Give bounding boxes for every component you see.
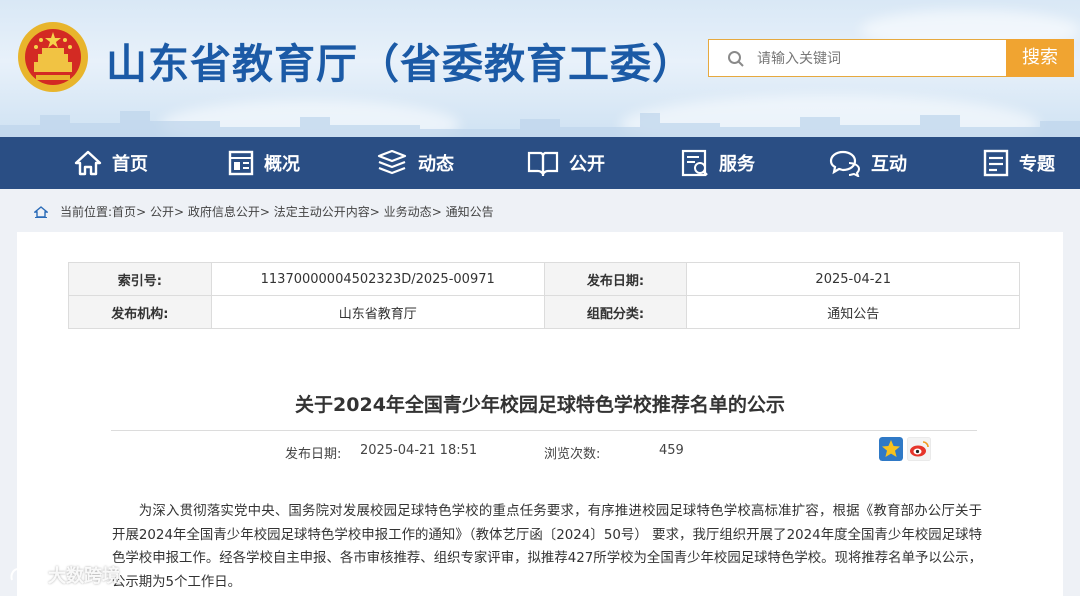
breadcrumb-separator: > [369,204,380,219]
breadcrumb-separator: > [431,204,442,219]
publish-date-value: 2025-04-21 18:51 [360,443,478,458]
breadcrumb-separator: > [136,204,147,219]
category-value: 通知公告 [686,295,1020,329]
site-header: 山东省教育厅（省委教育工委） 搜索 [0,0,1080,137]
date-label: 发布日期: [543,262,688,296]
table-row: 发布机构: 山东省教育厅 组配分类: 通知公告 [68,295,1020,329]
watermark: 大数跨境 [8,562,120,588]
index-label: 索引号: [68,262,212,296]
nav-item-news[interactable]: 动态 [376,137,454,189]
breadcrumb-link[interactable]: 政府信息公开 [188,203,260,220]
nav-label: 概况 [264,154,300,175]
watermark-text: 大数跨境 [48,566,120,587]
date-value: 2025-04-21 [686,262,1020,296]
category-label: 组配分类: [543,295,688,329]
nav-item-overview[interactable]: 概况 [228,137,300,189]
article-body: 为深入贯彻落实党中央、国务院对发展校园足球特色学校的重点任务要求，有序推进校园足… [112,504,982,590]
home-icon [74,150,102,176]
breadcrumb-link[interactable]: 法定主动公开内容 [274,203,370,220]
breadcrumb-link[interactable]: 通知公告 [446,203,494,220]
watermark-logo-icon [10,565,40,581]
nav-item-topic[interactable]: 专题 [983,137,1055,189]
org-value: 山东省教育厅 [210,295,545,329]
breadcrumb-link[interactable]: 公开 [150,203,174,220]
topic-icon [983,149,1009,177]
nav-label: 首页 [112,154,148,175]
service-icon [681,149,708,177]
site-title: 山东省教育厅（省委教育工委） [106,40,694,88]
breadcrumb-home-icon [34,205,48,218]
breadcrumb: 当前位置: 首页 > 公开 > 政府信息公开 > 法定主动公开内容 > 业务动态… [34,203,494,220]
metadata-table: 索引号: 11370000004502323D/2025-00971 发布日期:… [68,262,1020,329]
nav-item-home[interactable]: 首页 [74,137,148,189]
nav-label: 服务 [719,154,755,175]
national-emblem-icon [18,22,88,92]
nav-item-public[interactable]: 公开 [527,137,605,189]
breadcrumb-separator: > [259,204,270,219]
org-label: 发布机构: [68,295,212,329]
chat-icon [829,150,861,177]
book-icon [527,151,559,176]
search-input[interactable] [757,48,997,70]
breadcrumb-separator: > [173,204,185,219]
table-row: 索引号: 11370000004502323D/2025-00971 发布日期:… [68,262,1020,296]
nav-item-service[interactable]: 服务 [681,137,755,189]
breadcrumb-link[interactable]: 业务动态 [384,203,432,220]
qzone-share-icon[interactable] [879,437,903,461]
breadcrumb-prefix: 当前位置: [60,205,113,219]
nav-item-interact[interactable]: 互动 [829,137,907,189]
views-label: 浏览次数: [544,447,601,462]
nav-label: 互动 [871,154,907,175]
nav-label: 专题 [1019,154,1055,175]
search-icon [728,51,744,67]
skyline-decoration [0,111,1080,137]
nav-label: 动态 [418,154,454,175]
publish-date-label: 发布日期: [285,447,342,462]
views-count: 459 [659,443,684,458]
index-value: 11370000004502323D/2025-00971 [210,262,545,296]
article-title: 关于2024年全国青少年校园足球特色学校推荐名单的公示 [295,394,785,416]
nav-label: 公开 [569,154,605,175]
main-nav: 首页 概况 动态 公开 服务 互动 专题 [0,137,1080,189]
article-panel: 索引号: 11370000004502323D/2025-00971 发布日期:… [17,232,1063,596]
title-divider [111,430,977,431]
breadcrumb-link[interactable]: 首页 [112,203,136,220]
search-box [708,39,1006,77]
search-button[interactable]: 搜索 [1006,39,1074,77]
overview-icon [228,150,254,176]
news-icon [377,150,407,175]
weibo-share-icon[interactable] [907,437,931,461]
